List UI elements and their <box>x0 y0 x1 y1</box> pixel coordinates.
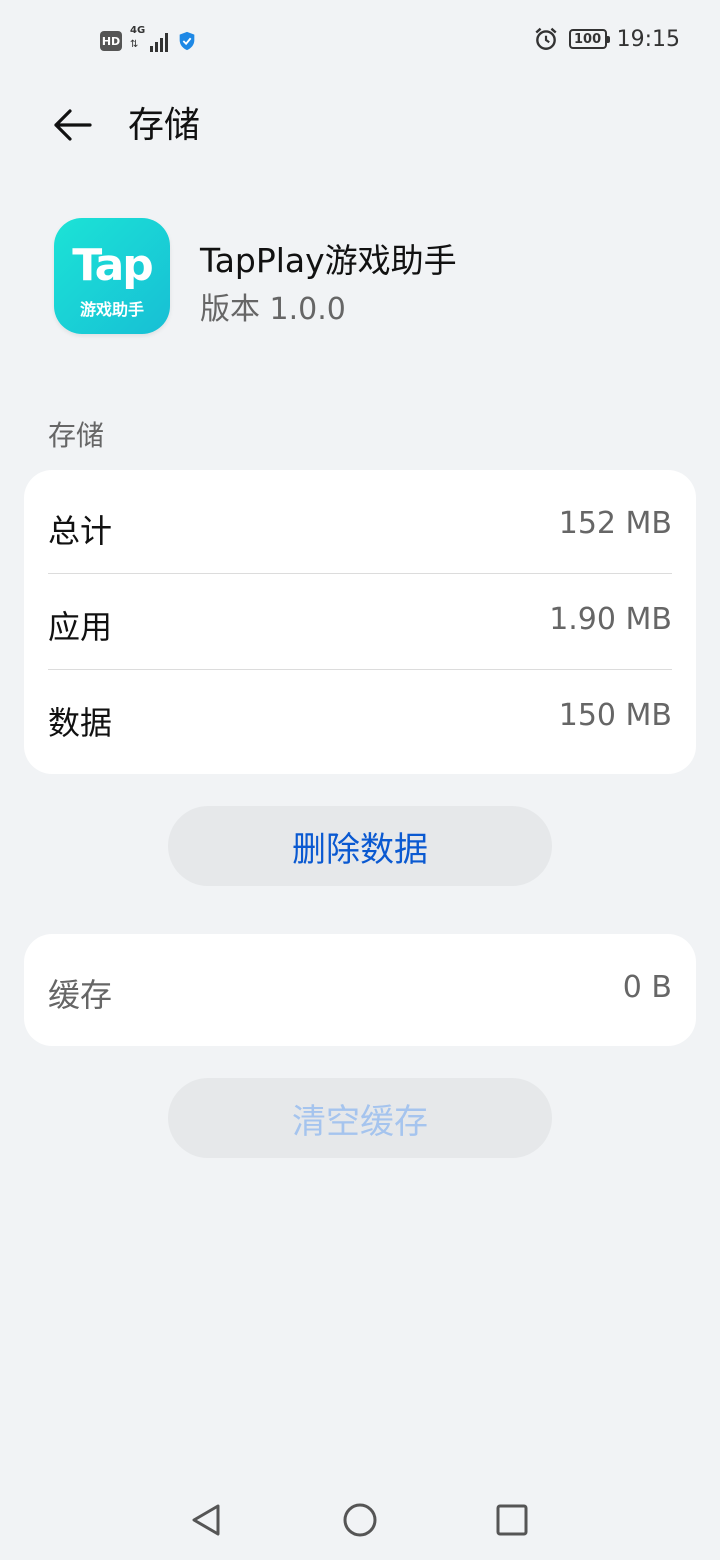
storage-row-data: 数据 150 MB <box>24 670 696 766</box>
status-bar: HD 4G ⇅ 100 19:15 <box>0 0 720 84</box>
back-arrow-icon[interactable] <box>50 102 96 148</box>
square-recents-icon[interactable] <box>492 1500 532 1540</box>
row-value: 152 MB <box>558 506 672 541</box>
data-arrows-icon: ⇅ <box>130 39 139 50</box>
storage-row-total: 总计 152 MB <box>24 478 696 574</box>
app-version: 版本 1.0.0 <box>200 292 346 327</box>
row-value: 150 MB <box>558 698 672 733</box>
network-type: 4G <box>130 25 146 36</box>
storage-row-app: 应用 1.90 MB <box>24 574 696 670</box>
battery-icon: 100 <box>568 29 610 49</box>
page-title: 存储 <box>128 105 201 146</box>
clock: 19:15 <box>616 26 680 52</box>
battery-level: 100 <box>574 31 602 47</box>
alarm-icon <box>535 27 557 50</box>
header: 存储 <box>0 96 720 160</box>
signal-bars <box>150 33 168 52</box>
delete-data-button[interactable]: 删除数据 <box>168 806 552 886</box>
app-name: TapPlay游戏助手 <box>200 241 457 280</box>
app-icon-subtext: 游戏助手 <box>79 300 144 319</box>
storage-card: 总计 152 MB 应用 1.90 MB 数据 150 MB <box>24 470 696 774</box>
storage-section-label: 存储 <box>48 419 105 452</box>
row-label: 应用 <box>48 608 113 646</box>
row-value: 1.90 MB <box>549 602 672 637</box>
shield-icon <box>179 31 195 51</box>
row-label: 数据 <box>48 704 113 742</box>
cache-card: 缓存 0 B <box>24 934 696 1046</box>
app-icon-text: Tap <box>72 240 154 291</box>
status-right: 100 19:15 <box>533 26 680 52</box>
cache-value: 0 B <box>622 970 672 1005</box>
circle-home-icon[interactable] <box>340 1500 380 1540</box>
row-label: 总计 <box>48 512 113 550</box>
cache-row: 缓存 0 B <box>24 942 696 1038</box>
navigation-bar <box>0 1480 720 1560</box>
status-left: HD 4G ⇅ <box>100 25 198 54</box>
hd-badge: HD <box>100 31 122 51</box>
clear-cache-button[interactable]: 清空缓存 <box>168 1078 552 1158</box>
app-icon: Tap 游戏助手 <box>54 218 170 334</box>
triangle-back-icon[interactable] <box>186 1500 226 1540</box>
signal-icon: 4G ⇅ <box>130 25 168 54</box>
cache-label: 缓存 <box>48 976 113 1014</box>
